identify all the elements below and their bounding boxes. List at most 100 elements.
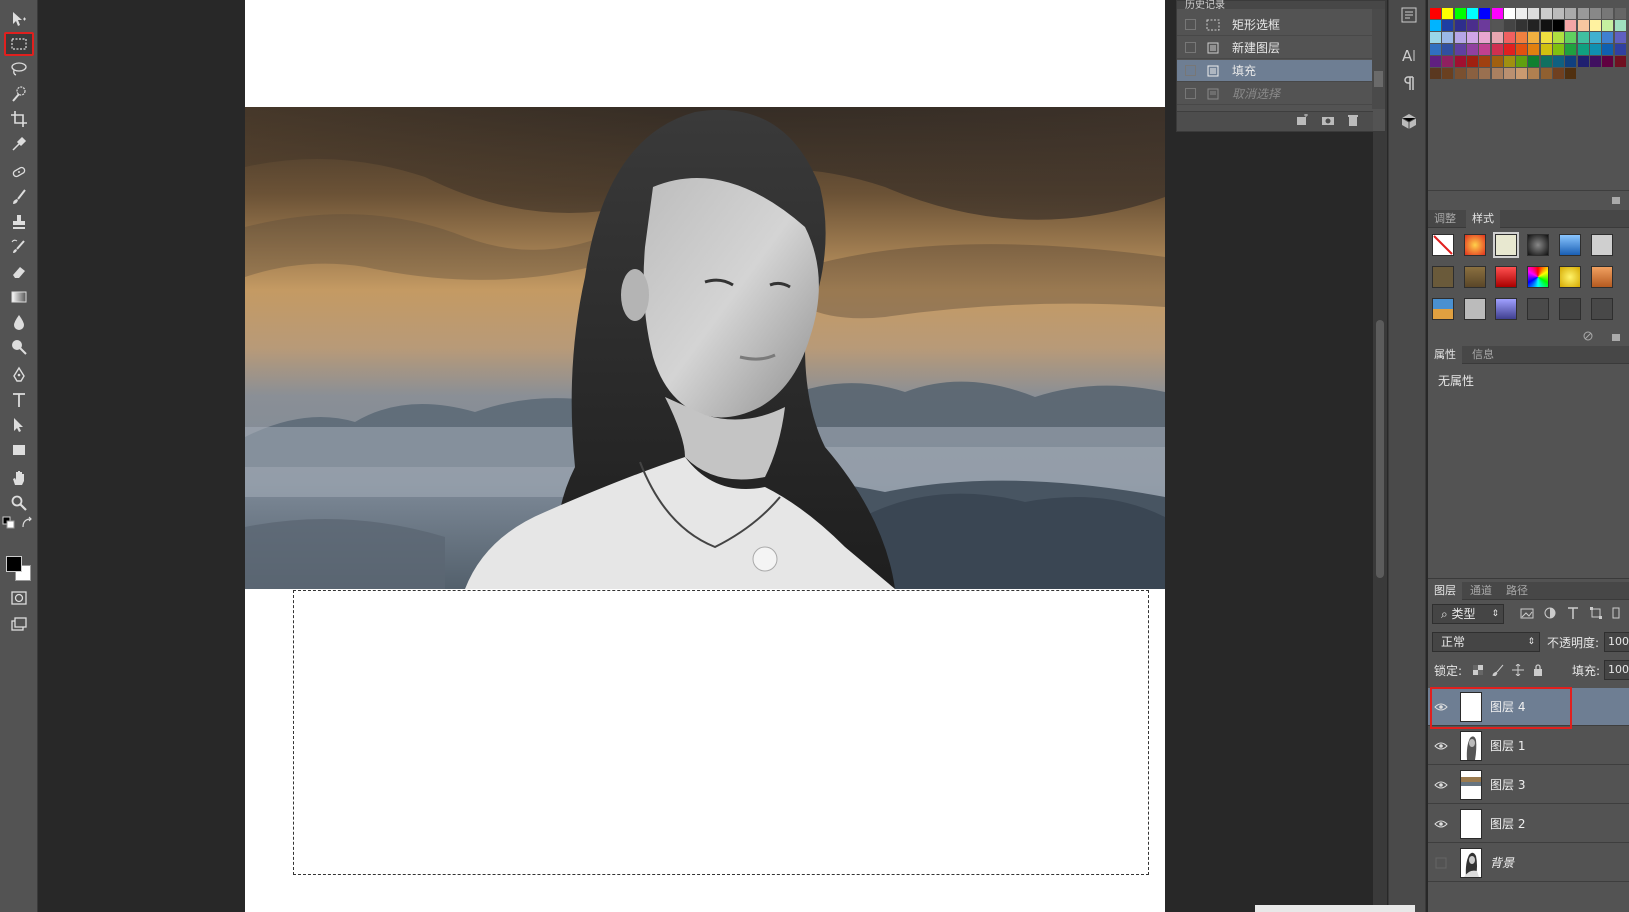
history-snapshot-checkbox[interactable] [1185, 42, 1196, 53]
canvas-workspace[interactable] [39, 0, 1387, 912]
lock-transparent-pixels-icon[interactable] [1472, 664, 1484, 679]
move-tool-icon[interactable] [5, 8, 33, 30]
color-swatch[interactable] [1540, 44, 1552, 55]
history-panel-icon[interactable] [1398, 4, 1420, 26]
color-swatch[interactable] [1528, 44, 1540, 55]
color-swatch[interactable] [1528, 32, 1540, 43]
color-swatch[interactable] [1430, 44, 1441, 55]
scrollbar-thumb[interactable] [1374, 71, 1383, 87]
color-swatch[interactable] [1565, 32, 1577, 43]
history-scrollbar[interactable] [1372, 9, 1385, 109]
color-swatch[interactable] [1516, 32, 1528, 43]
color-swatch[interactable] [1503, 20, 1515, 31]
color-swatch[interactable] [1565, 68, 1577, 79]
color-swatch[interactable] [1442, 44, 1454, 55]
color-swatch[interactable] [1430, 8, 1441, 19]
color-swatch[interactable] [1442, 32, 1454, 43]
color-swatch[interactable] [1454, 44, 1466, 55]
color-swatch[interactable] [1577, 8, 1589, 19]
color-swatch[interactable] [1479, 20, 1491, 31]
color-swatch[interactable] [1589, 8, 1601, 19]
color-swatch[interactable] [1503, 56, 1515, 67]
color-swatch[interactable] [1614, 32, 1626, 43]
color-swatch[interactable] [1454, 8, 1466, 19]
color-swatch[interactable] [1466, 56, 1478, 67]
style-swatch[interactable] [1559, 266, 1581, 288]
eyedropper-tool-icon[interactable] [5, 133, 33, 155]
eye-icon[interactable] [1428, 819, 1454, 829]
color-swatch[interactable] [1528, 8, 1540, 19]
history-item[interactable]: 矩形选框 [1177, 14, 1373, 36]
color-swatch[interactable] [1553, 56, 1564, 67]
style-swatch[interactable] [1432, 298, 1454, 320]
hand-tool-icon[interactable] [5, 467, 33, 489]
new-swatch-icon[interactable] [1611, 193, 1621, 207]
tab-paths[interactable]: 路径 [1500, 582, 1534, 600]
gradient-tool-icon[interactable] [5, 286, 33, 308]
history-snapshot-checkbox[interactable] [1185, 19, 1196, 30]
style-swatch-selected[interactable] [1493, 232, 1519, 258]
path-selection-tool-icon[interactable] [5, 414, 33, 436]
color-swatch[interactable] [1454, 20, 1466, 31]
color-swatch[interactable] [1491, 56, 1503, 67]
tab-color[interactable]: 颜色 [1428, 0, 1462, 3]
style-swatch[interactable] [1559, 298, 1581, 320]
color-swatch[interactable] [1516, 20, 1528, 31]
color-swatch[interactable] [1479, 8, 1491, 19]
color-swatch[interactable] [1491, 8, 1503, 19]
color-swatch[interactable] [1565, 44, 1577, 55]
tab-properties[interactable]: 属性 [1428, 346, 1462, 364]
color-swatch[interactable] [1589, 44, 1601, 55]
color-swatch[interactable] [1442, 56, 1454, 67]
color-swatch[interactable] [1565, 8, 1577, 19]
color-swatch[interactable] [1442, 68, 1454, 79]
history-snapshot-checkbox[interactable] [1185, 65, 1196, 76]
color-swatch[interactable] [1565, 56, 1577, 67]
document-canvas[interactable] [245, 0, 1165, 912]
tab-adjustments[interactable]: 调整 [1428, 210, 1462, 228]
color-swatch[interactable] [1516, 56, 1528, 67]
style-swatch[interactable] [1591, 298, 1613, 320]
clone-stamp-tool-icon[interactable] [5, 211, 33, 233]
layer-row-background[interactable]: 背景 [1428, 844, 1629, 882]
color-swatch[interactable] [1528, 56, 1540, 67]
canvas-vertical-scrollbar[interactable] [1373, 0, 1387, 912]
color-swatch[interactable] [1516, 68, 1528, 79]
style-swatch[interactable] [1591, 234, 1613, 256]
tab-channels[interactable]: 通道 [1464, 582, 1498, 600]
quick-mask-icon[interactable] [5, 587, 33, 609]
color-swatch[interactable] [1589, 56, 1601, 67]
layer-name[interactable]: 背景 [1490, 854, 1514, 871]
color-swatch[interactable] [1466, 68, 1478, 79]
color-swatch[interactable] [1577, 20, 1589, 31]
zoom-tool-icon[interactable] [5, 492, 33, 514]
scrollbar-thumb[interactable] [1376, 320, 1384, 578]
style-swatch[interactable] [1432, 266, 1454, 288]
color-swatch[interactable] [1614, 8, 1626, 19]
color-swatch[interactable] [1430, 56, 1441, 67]
rectangular-selection-marquee[interactable] [293, 590, 1149, 875]
style-swatch[interactable] [1464, 266, 1486, 288]
color-swatch[interactable] [1479, 44, 1491, 55]
dodge-tool-icon[interactable] [5, 336, 33, 358]
color-swatch[interactable] [1602, 44, 1614, 55]
color-swatch[interactable] [1577, 44, 1589, 55]
tab-info[interactable]: 信息 [1466, 346, 1500, 364]
quick-selection-tool-icon[interactable] [5, 83, 33, 105]
opacity-input[interactable]: 100 [1604, 632, 1629, 652]
healing-brush-tool-icon[interactable] [5, 161, 33, 183]
default-colors-icon[interactable] [2, 516, 16, 530]
tab-styles[interactable]: 样式 [1466, 210, 1500, 228]
style-swatch[interactable] [1527, 266, 1549, 288]
brush-tool-icon[interactable] [5, 186, 33, 208]
lock-position-icon[interactable] [1512, 663, 1524, 679]
layer-name[interactable]: 图层 1 [1490, 737, 1525, 754]
style-swatch[interactable] [1527, 234, 1549, 256]
color-swatch[interactable] [1528, 68, 1540, 79]
color-swatch[interactable] [1540, 8, 1552, 19]
lock-all-icon[interactable] [1532, 664, 1544, 679]
color-swatch[interactable] [1589, 32, 1601, 43]
style-swatch[interactable] [1495, 298, 1517, 320]
layer-row-layer-2[interactable]: 图层 2 [1428, 805, 1629, 843]
color-swatch[interactable] [1589, 20, 1601, 31]
